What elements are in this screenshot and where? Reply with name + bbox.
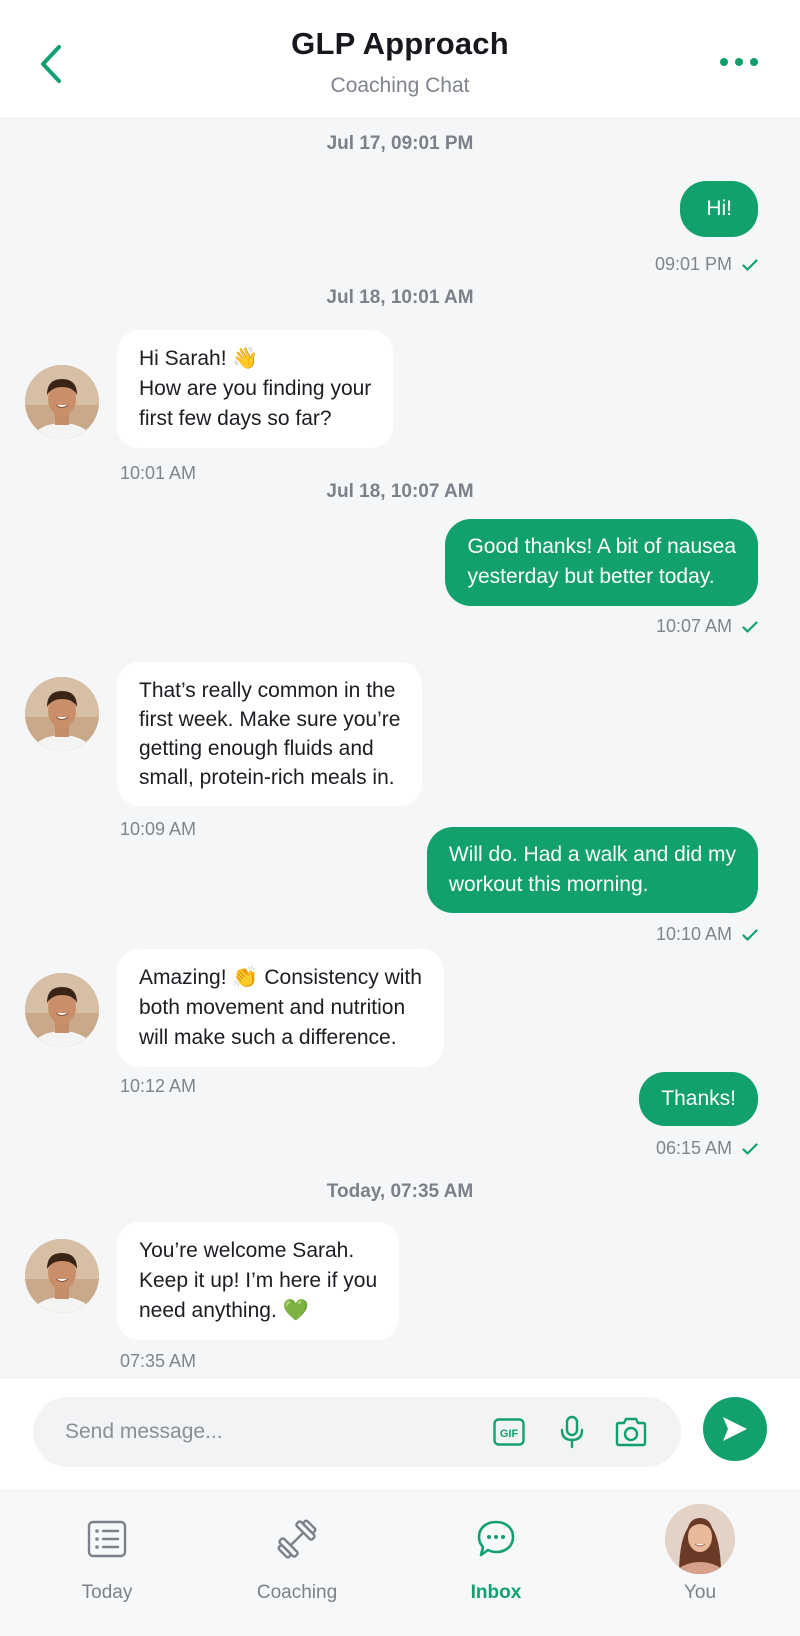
user-avatar-image [665, 1504, 735, 1574]
outgoing-message[interactable]: Will do. Had a walk and did my workout t… [426, 827, 758, 913]
tab-coaching[interactable]: Coaching [217, 1489, 377, 1636]
chat-thread[interactable]: Jul 17, 09:01 PM Hi! 09:01 PM Jul 18, 10… [0, 117, 800, 1379]
message-text: need anything. 💚 [139, 1299, 309, 1322]
check-icon [742, 928, 758, 941]
message-text: both movement and nutrition [139, 996, 406, 1019]
message-text: Amazing! 👏 Consistency with [139, 966, 422, 989]
more-dot [750, 58, 758, 66]
outgoing-message[interactable]: Thanks! [639, 1072, 758, 1126]
bottom-tab-bar: Today Coaching Inbox You [0, 1489, 800, 1636]
user-avatar [665, 1504, 735, 1574]
message-time: 10:07 AM [655, 616, 732, 636]
check-icon [742, 620, 758, 633]
more-dot [735, 58, 743, 66]
message-text: first week. Make sure you’re [139, 708, 401, 731]
send-button[interactable] [703, 1397, 767, 1461]
microphone-button[interactable] [554, 1414, 590, 1450]
message-text: That’s really common in the [139, 679, 396, 702]
date-separator: Jul 18, 10:07 AM [326, 481, 474, 502]
more-options-button[interactable] [715, 50, 763, 74]
incoming-message[interactable]: Hi Sarah! 👋 How are you finding your fir… [117, 330, 394, 448]
message-composer: GIF [0, 1379, 800, 1489]
coach-avatar [25, 973, 99, 1047]
message-text: workout this morning. [448, 873, 649, 896]
coach-avatar-image [25, 1239, 99, 1313]
tab-label: Today [81, 1582, 133, 1603]
message-meta: 09:01 PM [655, 254, 758, 275]
message-meta: 10:10 AM [656, 924, 758, 945]
message-meta: 06:15 AM [656, 1138, 758, 1159]
message-text: You’re welcome Sarah. [139, 1239, 355, 1262]
message-time: 09:01 PM [654, 254, 732, 274]
send-icon [723, 1417, 747, 1441]
message-meta: 10:07 AM [656, 616, 758, 637]
message-time: 10:09 AM [120, 819, 197, 839]
header: GLP Approach Coaching Chat [0, 0, 800, 117]
tab-icon-wrapper [275, 1517, 319, 1561]
tab-today[interactable]: Today [27, 1489, 187, 1636]
check-icon [742, 258, 758, 271]
incoming-message[interactable]: You’re welcome Sarah. Keep it up! I’m he… [117, 1222, 400, 1340]
message-text: Hi! [706, 197, 732, 220]
tab-you[interactable]: You [620, 1489, 780, 1636]
outgoing-message[interactable]: Good thanks! A bit of nausea yesterday b… [445, 519, 758, 606]
date-separator: Jul 17, 09:01 PM [326, 133, 474, 154]
tab-label: You [683, 1582, 717, 1603]
message-time: 07:35 AM [120, 1351, 197, 1371]
tab-icon-wrapper [85, 1517, 129, 1561]
gif-icon: GIF [493, 1418, 525, 1446]
more-dots-icon [720, 58, 728, 66]
dumbbell-icon [277, 1519, 317, 1559]
coach-avatar [25, 677, 99, 751]
message-text: How are you finding your [139, 377, 372, 400]
message-text: Thanks! [661, 1087, 736, 1110]
message-text: Hi Sarah! 👋 [139, 347, 259, 370]
message-input[interactable] [65, 1397, 485, 1467]
tab-label: Coaching [256, 1582, 338, 1603]
camera-button[interactable] [613, 1414, 649, 1450]
message-text: getting enough fluids and [139, 737, 374, 760]
date-separator: Jul 18, 10:01 AM [326, 287, 474, 308]
chat-bubble-icon [477, 1520, 515, 1557]
incoming-message[interactable]: That’s really common in the first week. … [117, 662, 423, 806]
check-icon [742, 1142, 758, 1155]
gif-button[interactable]: GIF [491, 1414, 527, 1450]
gif-label: GIF [500, 1428, 519, 1440]
message-input-container: GIF [33, 1397, 681, 1467]
message-time: 10:10 AM [655, 924, 732, 944]
camera-icon [615, 1417, 647, 1447]
message-text: small, protein-rich meals in. [139, 766, 395, 789]
coach-avatar [25, 365, 99, 439]
message-text: Keep it up! I’m here if you [139, 1269, 378, 1292]
coach-avatar-image [25, 973, 99, 1047]
list-icon [87, 1520, 127, 1558]
message-text: first few days so far? [139, 407, 332, 430]
microphone-icon [560, 1415, 584, 1449]
tab-inbox[interactable]: Inbox [416, 1489, 576, 1636]
message-text: Will do. Had a walk and did my [448, 843, 736, 866]
message-text: Good thanks! A bit of nausea [467, 535, 736, 558]
tab-label: Inbox [470, 1582, 522, 1603]
tab-icon-wrapper [474, 1517, 518, 1561]
coach-avatar-image [25, 365, 99, 439]
coach-avatar [25, 1239, 99, 1313]
coach-avatar-image [25, 677, 99, 751]
incoming-message[interactable]: Amazing! 👏 Consistency with both movemen… [117, 949, 444, 1067]
page-title: GLP Approach [291, 26, 509, 61]
message-text: yesterday but better today. [467, 565, 715, 588]
outgoing-message[interactable]: Hi! [680, 181, 758, 237]
message-time: 06:15 AM [655, 1138, 732, 1158]
message-time: 10:12 AM [120, 1076, 197, 1096]
app-root: GLP Approach Coaching Chat Jul 17, 09:01… [0, 0, 800, 1636]
date-separator: Today, 07:35 AM [326, 1181, 474, 1202]
page-subtitle: Coaching Chat [330, 74, 470, 97]
message-text: will make such a difference. [139, 1026, 397, 1049]
